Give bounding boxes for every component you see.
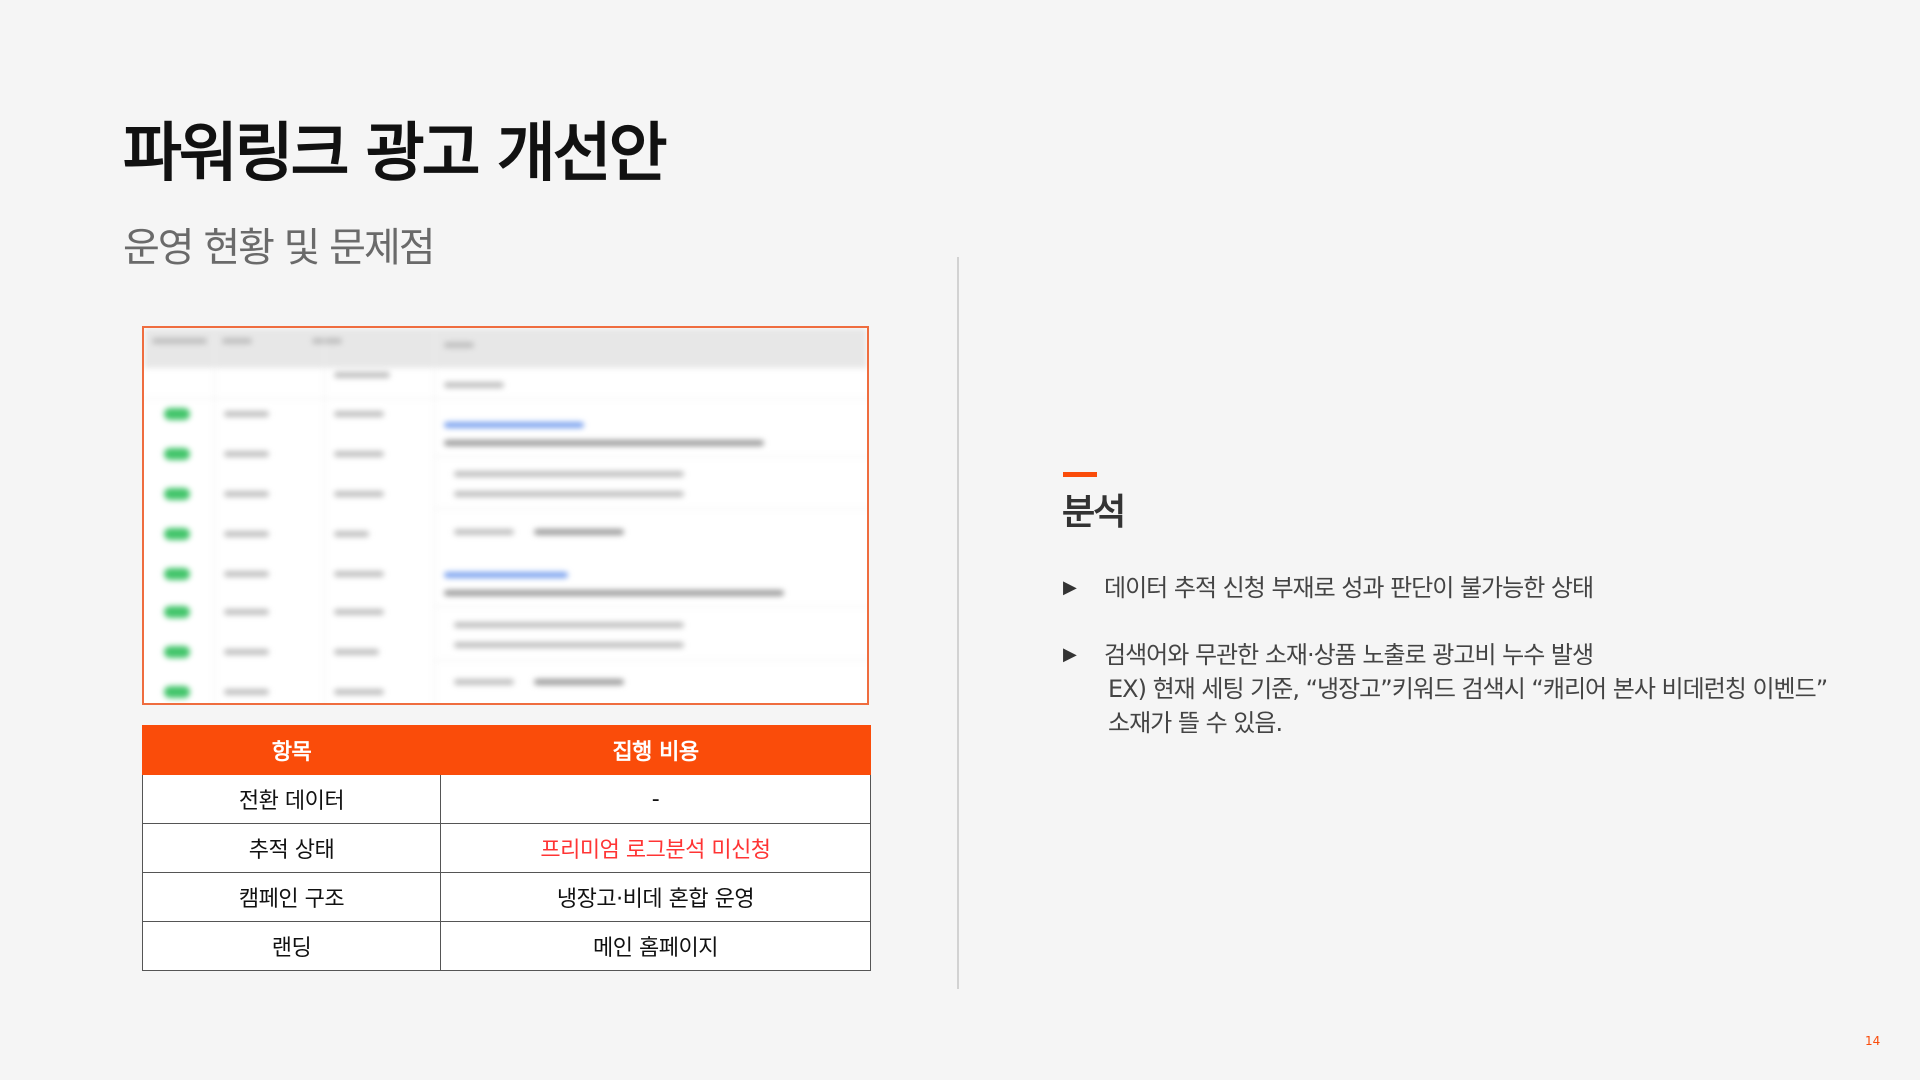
table-cell: 전환 데이터 (142, 774, 441, 824)
triangle-bullet-icon: ▶ (1063, 577, 1077, 598)
vertical-divider (957, 257, 959, 989)
status-table: 항목 집행 비용 전환 데이터 - 추적 상태 프리미엄 로그분석 미신청 캠페… (142, 725, 871, 971)
analysis-bullet: ▶ 검색어와 무관한 소재·상품 노출로 광고비 누수 발생 EX) 현재 세팅… (1063, 638, 1828, 740)
table-row: 랜딩 메인 홈페이지 (142, 921, 871, 971)
table-header-cost: 집행 비용 (440, 725, 871, 775)
bullet-text: 검색어와 무관한 소재·상품 노출로 광고비 누수 발생 (1104, 641, 1594, 669)
analysis-title: 분석 (1062, 492, 1126, 533)
table-row: 추적 상태 프리미엄 로그분석 미신청 (142, 823, 871, 873)
triangle-bullet-icon: ▶ (1063, 644, 1077, 665)
table-row: 캠페인 구조 냉장고·비데 혼합 운영 (142, 872, 871, 922)
analysis-bullet: ▶ 데이터 추적 신청 부재로 성과 판단이 불가능한 상태 (1063, 571, 1594, 605)
bullet-subtext: EX) 현재 세팅 기준, “냉장고”키워드 검색시 “캐리어 본사 비데런칭 … (1108, 675, 1828, 703)
table-cell: 메인 홈페이지 (440, 921, 871, 971)
table-row: 전환 데이터 - (142, 774, 871, 824)
accent-bar (1063, 472, 1097, 477)
table-cell: 냉장고·비데 혼합 운영 (440, 872, 871, 922)
page-number: 14 (1865, 1034, 1881, 1048)
table-cell-highlight: 프리미엄 로그분석 미신청 (440, 823, 871, 873)
bullet-subtext: 소재가 뜰 수 있음. (1108, 709, 1283, 737)
page-subtitle: 운영 현황 및 문제점 (123, 225, 436, 271)
table-cell: 추적 상태 (142, 823, 441, 873)
table-cell: 랜딩 (142, 921, 441, 971)
table-header-row: 항목 집행 비용 (142, 725, 871, 775)
table-cell: - (440, 774, 871, 824)
bullet-text: 데이터 추적 신청 부재로 성과 판단이 불가능한 상태 (1104, 574, 1594, 602)
table-header-item: 항목 (142, 725, 441, 775)
table-cell: 캠페인 구조 (142, 872, 441, 922)
blurred-ad-screenshot (142, 326, 869, 705)
page-title: 파워링크 광고 개선안 (123, 117, 667, 191)
